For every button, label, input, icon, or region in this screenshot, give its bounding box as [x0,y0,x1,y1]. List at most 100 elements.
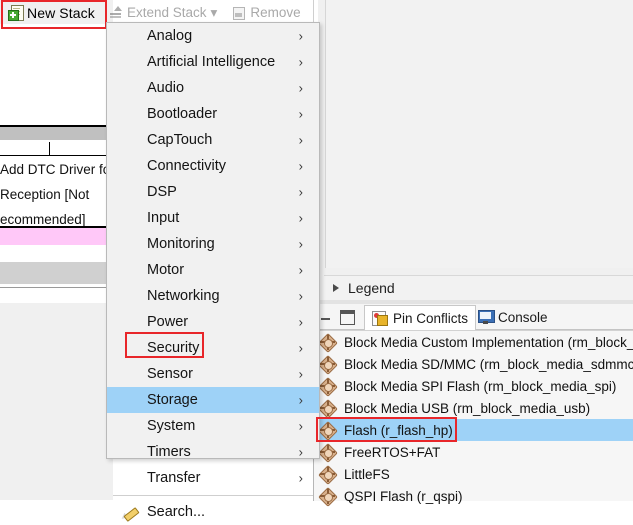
remove-label: Remove [250,5,300,20]
menu-item-label: Networking [147,288,220,304]
chevron-right-icon: › [299,472,303,485]
submenu-item-label: Block Media SPI Flash (rm_block_media_sp… [344,379,616,394]
new-stack-icon [8,5,23,21]
extend-stack-icon [108,5,123,20]
menu-item-analog[interactable]: Analog › [107,23,319,49]
chevron-right-icon: › [299,420,303,433]
module-icon [319,466,336,483]
menu-item-power[interactable]: Power› [107,309,319,335]
menu-item-label: Security [147,340,199,356]
legend-section[interactable]: Legend [324,275,633,301]
stack-cell-separator [49,142,50,155]
menu-item-input[interactable]: Input› [107,205,319,231]
submenu-item-label: LittleFS [344,467,390,482]
chevron-down-icon: ▾ [211,5,218,21]
chevron-right-icon: › [299,186,303,199]
menu-item-monitoring[interactable]: Monitoring› [107,231,319,257]
menu-item-label: Transfer [147,470,200,486]
menu-item-security[interactable]: Security › [107,335,319,361]
module-icon [319,334,336,351]
module-icon [319,422,336,439]
menu-item-label: Power [147,314,188,330]
legend-label: Legend [348,280,395,296]
stack-row-gray-2 [0,262,113,284]
stack-row-white-3 [0,245,113,262]
new-stack-label: New Stack [27,5,95,21]
chevron-right-icon: › [299,238,303,251]
menu-item-label: Connectivity [147,158,226,174]
module-icon [319,444,336,461]
stack-node-description: Add DTC Driver for Reception [Not ecomme… [0,156,113,226]
module-icon [319,400,336,417]
storage-submenu[interactable]: Block Media Custom Implementation (rm_bl… [313,330,633,501]
chevron-right-icon [333,284,339,292]
minimize-icon[interactable] [319,311,332,322]
submenu-item[interactable]: FreeRTOS+FAT [314,441,633,463]
menu-item-search[interactable]: Search... [107,499,319,525]
chevron-right-icon: › [299,446,303,459]
chevron-right-icon: › [299,30,303,43]
submenu-item[interactable]: Block Media USB (rm_block_media_usb) [314,397,633,419]
submenu-item-label: Block Media SD/MMC (rm_block_media_sdmmc… [344,357,633,372]
stack-node-area [0,24,113,127]
chevron-right-icon: › [299,394,303,407]
menu-item-captouch[interactable]: CapTouch› [107,127,319,153]
tab-console[interactable]: Console [472,305,554,329]
module-icon [319,488,336,505]
menu-item-dsp[interactable]: DSP › [107,179,319,205]
module-icon [319,356,336,373]
submenu-item[interactable]: QSPI Flash (r_qspi) [314,485,633,507]
menu-item-motor[interactable]: Motor › [107,257,319,283]
submenu-item[interactable]: Block Media Custom Implementation (rm_bl… [314,331,633,353]
submenu-item[interactable]: Flash (r_flash_hp) [314,419,633,441]
menu-item-system[interactable]: System› [107,413,319,439]
menu-item-connectivity[interactable]: Connectivity › [107,153,319,179]
module-icon [319,378,336,395]
submenu-item-label: Flash (r_flash_hp) [344,423,453,438]
new-stack-button[interactable]: New Stack [4,3,99,22]
menu-item-transfer[interactable]: Transfer › [107,465,319,491]
menu-item-artificial-intelligence[interactable]: Artificial Intelligence› [107,49,319,75]
menu-item-bootloader[interactable]: Bootloader› [107,101,319,127]
maximize-icon[interactable] [340,310,355,325]
menu-item-networking[interactable]: Networking › [107,283,319,309]
submenu-item[interactable]: Block Media SD/MMC (rm_block_media_sdmmc… [314,353,633,375]
menu-item-sensor[interactable]: Sensor› [107,361,319,387]
chevron-right-icon: › [299,342,303,355]
menu-item-label: Motor [147,262,184,278]
tab-pin-conflicts[interactable]: Pin Conflicts [364,305,476,330]
chevron-right-icon: › [299,160,303,173]
tab-console-label: Console [498,310,548,325]
stack-editor-background [0,303,113,500]
menu-item-audio[interactable]: Audio› [107,75,319,101]
stack-row-white-2 [0,142,113,156]
stack-row-white-5 [0,287,113,304]
submenu-item-label: QSPI Flash (r_qspi) [344,489,463,504]
menu-item-label: Sensor [147,366,193,382]
menu-item-label: Timers [147,444,191,460]
stack-desc-line-1: Add DTC Driver for [0,156,113,181]
configuration-canvas [325,0,633,268]
chevron-right-icon: › [299,290,303,303]
submenu-item-label: Block Media USB (rm_block_media_usb) [344,401,590,416]
submenu-item[interactable]: Block Media SPI Flash (rm_block_media_sp… [314,375,633,397]
menu-item-timers[interactable]: Timers › [107,439,319,465]
extend-stack-label: Extend Stack [127,5,207,20]
submenu-item[interactable]: LittleFS [314,463,633,485]
tab-pin-conflicts-label: Pin Conflicts [393,311,468,326]
menu-item-storage[interactable]: Storage › [107,387,319,413]
menu-item-label: Analog [147,28,192,44]
menu-item-label: DSP [147,184,177,200]
stack-row-gray-1 [0,127,113,140]
chevron-right-icon: › [299,264,303,277]
submenu-item-label: Block Media Custom Implementation (rm_bl… [344,335,633,350]
stack-row-highlight-pink [0,226,113,247]
menu-item-label: Storage [147,392,198,408]
menu-item-label: Input [147,210,179,226]
menu-item-label: CapTouch [147,132,212,148]
search-icon [121,503,139,521]
pin-conflicts-icon [372,311,388,326]
new-stack-dropdown-menu[interactable]: Analog›Artificial Intelligence›Audio›Boo… [106,22,320,459]
console-icon [478,310,493,324]
chevron-right-icon: › [299,56,303,69]
